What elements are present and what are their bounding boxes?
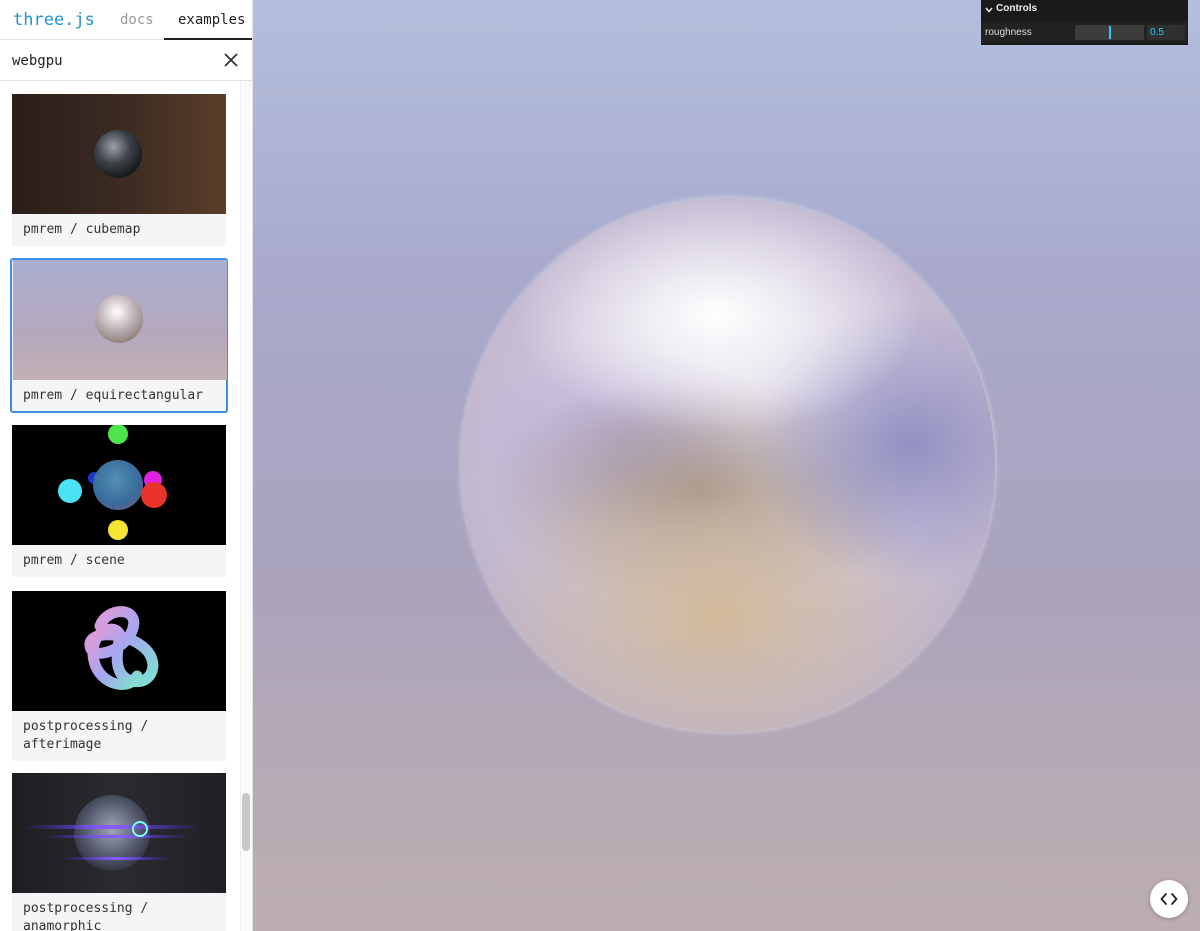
active-tab-indicator xyxy=(164,38,252,40)
controls-title: Controls xyxy=(996,3,1038,14)
example-thumbnail xyxy=(12,94,226,214)
example-label: postprocessing / anamorphic xyxy=(23,901,149,931)
example-card-postprocessing-afterimage[interactable]: postprocessing / afterimage xyxy=(12,591,226,761)
filter-input[interactable] xyxy=(12,49,212,73)
scrollbar-thumb[interactable] xyxy=(242,793,250,851)
examples-list: pmrem / cubemap pmrem / equirectangular … xyxy=(0,81,240,931)
rendered-sphere xyxy=(461,198,995,732)
roughness-control: roughness xyxy=(981,22,1188,43)
example-label: pmrem / scene xyxy=(23,553,125,568)
example-label: postprocessing / afterimage xyxy=(23,719,149,752)
controls-panel: Controls roughness xyxy=(981,0,1188,45)
sidebar-header: three.js docs examples xyxy=(0,0,252,40)
example-thumbnail xyxy=(12,425,226,545)
tab-docs[interactable]: docs xyxy=(120,12,154,28)
code-icon xyxy=(1160,893,1178,905)
example-card-postprocessing-anamorphic[interactable]: postprocessing / anamorphic xyxy=(12,773,226,931)
view-source-button[interactable] xyxy=(1150,880,1188,918)
example-card-pmrem-cubemap[interactable]: pmrem / cubemap xyxy=(12,94,226,246)
roughness-value-field[interactable] xyxy=(1147,25,1185,40)
tab-examples[interactable]: examples xyxy=(178,12,245,28)
filter-row xyxy=(0,41,252,81)
chevron-down-icon xyxy=(985,7,993,13)
sidebar: three.js docs examples webgpu pmrem / cu… xyxy=(0,0,253,931)
controls-header[interactable]: Controls xyxy=(981,0,1188,20)
example-card-pmrem-equirectangular[interactable]: pmrem / equirectangular xyxy=(10,258,228,413)
close-icon[interactable] xyxy=(222,51,240,69)
example-thumbnail xyxy=(13,260,227,380)
example-card-pmrem-scene[interactable]: pmrem / scene xyxy=(12,425,226,577)
roughness-label: roughness xyxy=(985,27,1032,38)
app-title[interactable]: three.js xyxy=(13,10,95,30)
render-viewport[interactable] xyxy=(253,0,1200,931)
example-label: pmrem / cubemap xyxy=(23,222,141,237)
example-label: pmrem / equirectangular xyxy=(23,388,204,403)
roughness-slider[interactable] xyxy=(1075,25,1144,40)
example-thumbnail xyxy=(12,773,226,893)
roughness-slider-handle[interactable] xyxy=(1108,26,1111,39)
example-thumbnail xyxy=(12,591,226,711)
